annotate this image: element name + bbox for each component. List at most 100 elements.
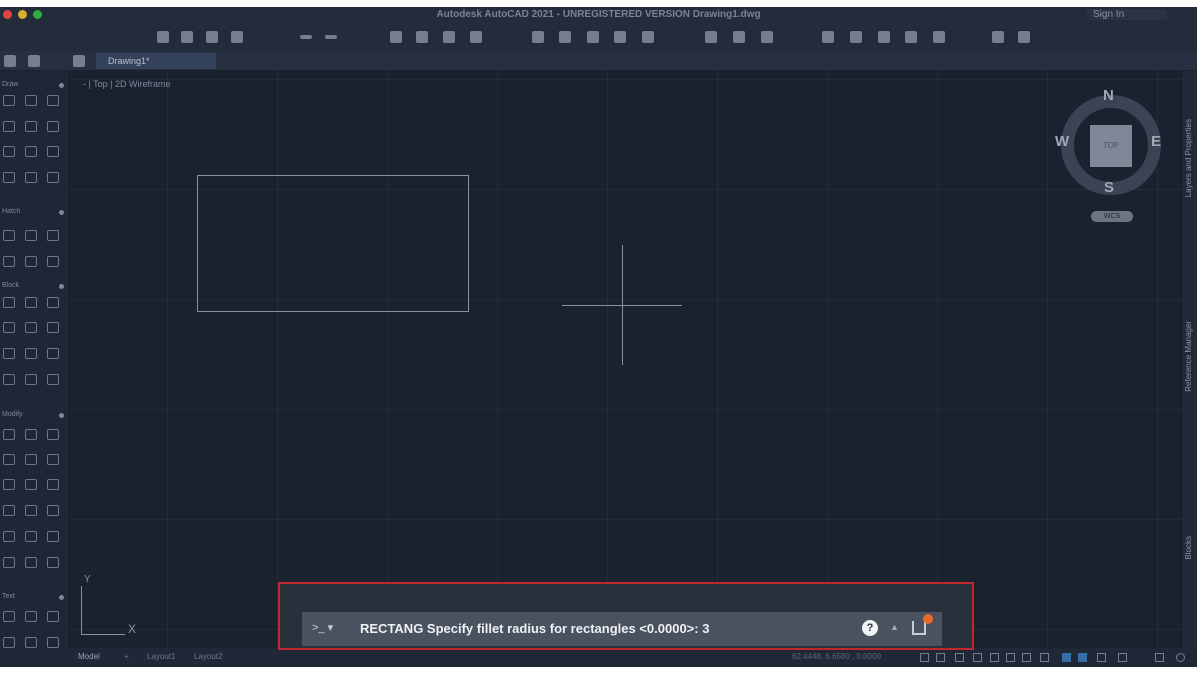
palette-tool-icon[interactable] — [3, 611, 15, 622]
palette-tool-icon[interactable] — [25, 172, 37, 183]
osnap-icon[interactable] — [973, 653, 982, 662]
palette-tool-icon[interactable] — [3, 479, 15, 490]
batch-plot-icon[interactable] — [416, 31, 428, 43]
palette-tool-icon[interactable] — [25, 454, 37, 465]
match-icon[interactable] — [850, 31, 862, 43]
palette-tool-icon[interactable] — [25, 531, 37, 542]
annotation-visibility-icon[interactable] — [1078, 653, 1087, 662]
selection-cycling-icon[interactable] — [1022, 653, 1031, 662]
3d-icon[interactable] — [28, 55, 40, 67]
palette-tool-icon[interactable] — [25, 505, 37, 516]
palette-tool-icon[interactable] — [3, 637, 15, 648]
wcs-menu[interactable]: WCS — [1091, 211, 1133, 222]
tab-drawing1[interactable]: Drawing1* — [96, 53, 216, 69]
new-icon[interactable] — [157, 31, 169, 43]
palette-tool-icon[interactable] — [47, 172, 59, 183]
viewcube-top-face[interactable]: TOP — [1090, 125, 1132, 167]
palette-tool-icon[interactable] — [3, 429, 15, 440]
palette-tool-icon[interactable] — [3, 322, 15, 333]
help-icon[interactable]: ? — [862, 620, 878, 636]
palette-tool-icon[interactable] — [47, 531, 59, 542]
layer-icon[interactable] — [878, 31, 890, 43]
isolate-icon[interactable] — [1062, 653, 1071, 662]
dynamic-ucs-icon[interactable] — [1040, 653, 1049, 662]
section-block[interactable]: Block — [2, 282, 68, 289]
command-line[interactable]: >_ ▾ RECTANG Specify fillet radius for r… — [302, 612, 942, 646]
import-icon[interactable] — [532, 31, 544, 43]
section-hatch[interactable]: Hatch — [2, 208, 68, 215]
viewport-controls[interactable]: - | Top | 2D Wireframe — [83, 79, 171, 89]
palette-tool-icon[interactable] — [3, 505, 15, 516]
palette-tool-icon[interactable] — [25, 479, 37, 490]
tab-model[interactable]: Model — [78, 652, 100, 661]
palette-tool-icon[interactable] — [25, 557, 37, 568]
palette-tool-icon[interactable] — [3, 297, 15, 308]
settings-gear-icon[interactable] — [1176, 653, 1185, 662]
palette-tool-icon[interactable] — [3, 557, 15, 568]
grid-view-icon[interactable] — [73, 55, 85, 67]
palette-tool-icon[interactable] — [25, 322, 37, 333]
palette-tool-icon[interactable] — [47, 479, 59, 490]
units-icon[interactable] — [1018, 31, 1030, 43]
layers-properties-tab[interactable]: Layers and Properties — [1184, 119, 1193, 197]
add-layout-button[interactable]: + — [124, 652, 129, 661]
palette-tool-icon[interactable] — [47, 348, 59, 359]
palette-tool-icon[interactable] — [3, 454, 15, 465]
save-as-icon[interactable] — [231, 31, 243, 43]
palette-tool-icon[interactable] — [25, 146, 37, 157]
command-history-toggle[interactable]: ▲ — [890, 622, 899, 632]
palette-tool-icon[interactable] — [25, 374, 37, 385]
xref-icon[interactable] — [614, 31, 626, 43]
palette-tool-icon[interactable] — [3, 531, 15, 542]
compass-north[interactable]: N — [1103, 87, 1114, 104]
section-text[interactable]: Text — [2, 593, 68, 600]
attach-icon[interactable] — [587, 31, 599, 43]
blocks-tab[interactable]: Blocks — [1184, 536, 1193, 560]
orbit-icon[interactable] — [761, 31, 773, 43]
compass-east[interactable]: E — [1151, 133, 1161, 150]
snap-icon[interactable] — [936, 653, 945, 662]
tab-layout2[interactable]: Layout2 — [194, 652, 222, 661]
palette-tool-icon[interactable] — [47, 146, 59, 157]
palette-tool-icon[interactable] — [47, 256, 59, 267]
pan-icon[interactable] — [733, 31, 745, 43]
rectangle-view-icon[interactable] — [4, 55, 16, 67]
etransmit-icon[interactable] — [470, 31, 482, 43]
annotation-scale-icon[interactable] — [1118, 653, 1127, 662]
palette-tool-icon[interactable] — [47, 429, 59, 440]
share-icon[interactable] — [912, 621, 926, 635]
palette-tool-icon[interactable] — [25, 230, 37, 241]
palette-tool-icon[interactable] — [47, 322, 59, 333]
palette-tool-icon[interactable] — [25, 297, 37, 308]
tab-layout1[interactable]: Layout1 — [147, 652, 175, 661]
export-icon[interactable] — [559, 31, 571, 43]
palette-tool-icon[interactable] — [3, 230, 15, 241]
palette-tool-icon[interactable] — [47, 557, 59, 568]
palette-tool-icon[interactable] — [47, 505, 59, 516]
auto-scale-icon[interactable] — [1097, 653, 1106, 662]
section-draw[interactable]: Draw — [2, 81, 68, 88]
polar-icon[interactable] — [955, 653, 964, 662]
palette-tool-icon[interactable] — [25, 429, 37, 440]
palette-tool-icon[interactable] — [3, 348, 15, 359]
sheet-icon[interactable] — [642, 31, 654, 43]
reference-manager-tab[interactable]: Reference Manager — [1184, 321, 1193, 392]
palette-tool-icon[interactable] — [47, 297, 59, 308]
section-modify[interactable]: Modify — [2, 411, 68, 418]
palette-tool-icon[interactable] — [25, 611, 37, 622]
save-icon[interactable] — [206, 31, 218, 43]
workspace-icon[interactable] — [1155, 653, 1164, 662]
transparency-icon[interactable] — [1006, 653, 1015, 662]
palette-tool-icon[interactable] — [47, 454, 59, 465]
palette-tool-icon[interactable] — [47, 637, 59, 648]
palette-tool-icon[interactable] — [47, 374, 59, 385]
quick-calc-icon[interactable] — [992, 31, 1004, 43]
palette-tool-icon[interactable] — [47, 611, 59, 622]
compass-south[interactable]: S — [1104, 179, 1114, 196]
publish-icon[interactable] — [443, 31, 455, 43]
drawn-rectangle[interactable] — [197, 175, 469, 312]
group-icon[interactable] — [905, 31, 917, 43]
palette-tool-icon[interactable] — [3, 374, 15, 385]
palette-tool-icon[interactable] — [25, 121, 37, 132]
plot-icon[interactable] — [390, 31, 402, 43]
